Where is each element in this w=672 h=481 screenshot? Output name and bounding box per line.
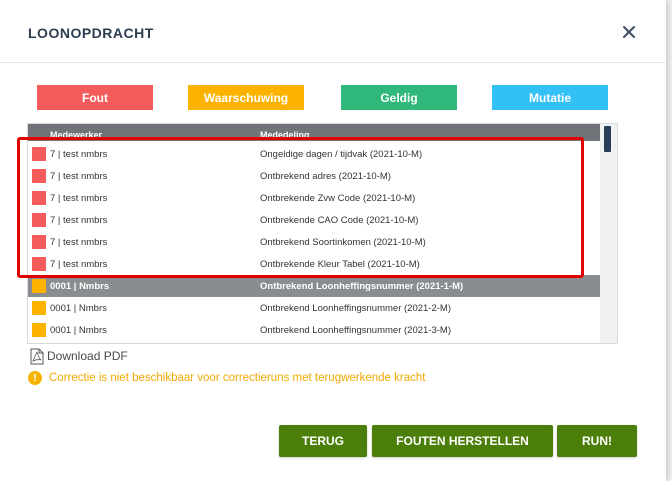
message-cell: Ontbrekend Soortinkomen (2021-10-M) [260,237,426,248]
table-row[interactable]: 0001 | Nmbrs Ontbrekend Loonheffingsnumme… [28,275,600,297]
table-row[interactable]: 7 | test nmbrs Ontbrekend adres (2021-10-… [28,165,600,187]
header-divider [0,62,666,63]
message-cell: Ontbrekend Loonheffingsnummer (2021-3-M) [260,325,451,336]
employee-cell: 0001 | Nmbrs [50,325,107,336]
close-icon[interactable] [621,24,637,40]
message-cell: Ontbrekende Kleur Tabel (2021-10-M) [260,259,420,270]
table-row[interactable]: 7 | test nmbrs Ontbrekende Kleur Tabel (2… [28,253,600,275]
dialog-title: LOONOPDRACHT [28,25,154,41]
table-row[interactable]: 7 | test nmbrs Ontbrekende Zvw Code (2021… [28,187,600,209]
back-button[interactable]: TERUG [279,425,367,457]
message-cell: Ontbrekend Loonheffingsnummer (2021-2-M) [260,303,451,314]
download-pdf-link[interactable]: Download PDF [30,347,128,365]
warning-text: Correctie is niet beschikbaar voor corre… [49,372,426,384]
employee-cell: 7 | test nmbrs [50,259,108,270]
message-cell: Ongeldige dagen / tijdvak (2021-10-M) [260,149,423,160]
status-swatch [32,257,46,271]
status-swatch [32,235,46,249]
run-button[interactable]: RUN! [557,425,637,457]
employee-cell: 0001 | Nmbrs [50,281,110,292]
status-swatch [32,301,46,315]
status-swatch [32,213,46,227]
message-cell: Ontbrekend Loonheffingsnummer (2021-1-M) [260,281,464,292]
fix-errors-button[interactable]: FOUTEN HERSTELLEN [372,425,553,457]
scrollbar[interactable] [600,124,617,343]
legend-waarschuwing: Waarschuwing [188,85,304,110]
employee-cell: 7 | test nmbrs [50,215,108,226]
header-message: Mededeling [260,130,310,140]
employee-cell: 7 | test nmbrs [50,193,108,204]
message-cell: Ontbrekend adres (2021-10-M) [260,171,391,182]
table-row[interactable]: 7 | test nmbrs Ongeldige dagen / tijdvak … [28,143,600,165]
message-cell: Ontbrekende CAO Code (2021-10-M) [260,215,419,226]
table-row[interactable]: 7 | test nmbrs Ontbrekende CAO Code (2021… [28,209,600,231]
table-row[interactable]: 7 | test nmbrs Ontbrekend Soortinkomen (2… [28,231,600,253]
employee-cell: 7 | test nmbrs [50,149,108,160]
scrollbar-thumb[interactable] [604,126,611,152]
loonopdracht-dialog: LOONOPDRACHT Fout Waarschuwing Geldig Mu… [0,0,666,481]
employee-cell: 7 | test nmbrs [50,171,108,182]
status-swatch [32,279,46,293]
validation-table[interactable]: Medewerker Mededeling 7 | test nmbrs Onge… [27,123,618,344]
correction-warning: ! Correctie is niet beschikbaar voor cor… [28,370,425,386]
status-swatch [32,147,46,161]
legend-fout: Fout [37,85,153,110]
pdf-file-icon [30,348,44,364]
table-header: Medewerker Mededeling [28,124,600,141]
download-pdf-label: Download PDF [47,349,128,363]
warning-icon: ! [28,371,42,385]
status-swatch [32,191,46,205]
table-row[interactable]: 0001 | Nmbrs Ontbrekend Loonheffingsnumme… [28,297,600,319]
employee-cell: 0001 | Nmbrs [50,303,107,314]
table-row[interactable]: 0001 | Nmbrs Ontbrekend Loonheffingsnumme… [28,319,600,341]
status-swatch [32,169,46,183]
message-cell: Ontbrekende Zvw Code (2021-10-M) [260,193,416,204]
legend-geldig: Geldig [341,85,457,110]
employee-cell: 7 | test nmbrs [50,237,108,248]
legend-mutatie: Mutatie [492,85,608,110]
header-employee: Medewerker [50,130,103,140]
status-swatch [32,323,46,337]
